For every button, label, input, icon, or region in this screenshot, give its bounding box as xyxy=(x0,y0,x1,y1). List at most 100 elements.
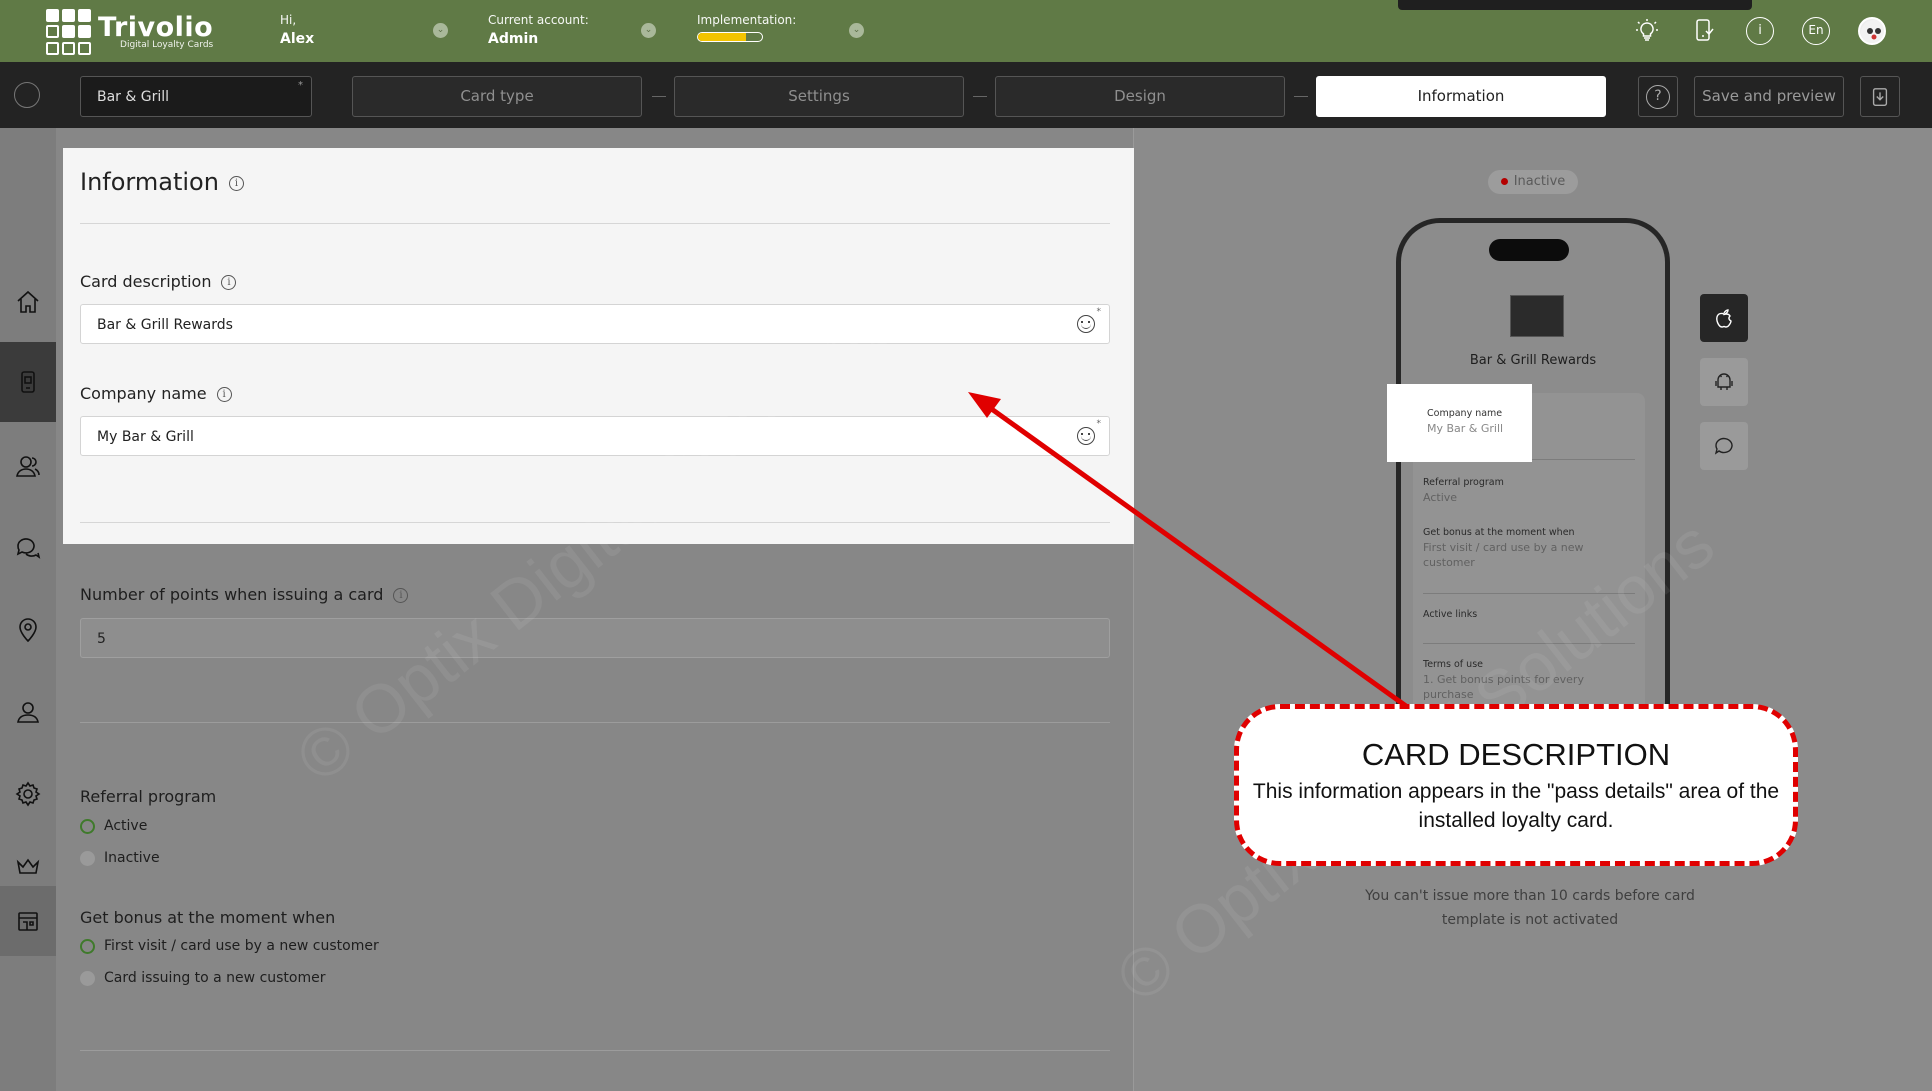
edit-icon[interactable] xyxy=(14,82,40,108)
sidebar-item-cards[interactable] xyxy=(0,342,56,422)
apple-preview-button[interactable] xyxy=(1700,294,1748,342)
emoji-icon[interactable] xyxy=(1077,427,1095,445)
sidebar-item-home[interactable] xyxy=(0,262,56,342)
sidebar-item-messages[interactable] xyxy=(0,508,56,588)
callout-body: This information appears in the "pass de… xyxy=(1252,780,1780,832)
user-greeting: Hi, Alex xyxy=(280,13,314,47)
implementation-progress-fill xyxy=(698,33,746,41)
annotation-callout: CARD DESCRIPTION This information appear… xyxy=(1234,704,1798,866)
points-label: Number of points when issuing a card i xyxy=(80,585,409,604)
information-panel: Information i Card description i Bar & Gri… xyxy=(63,148,1139,544)
store-icon xyxy=(18,912,38,931)
apple-icon xyxy=(1716,309,1732,328)
greeting-label: Hi, xyxy=(280,13,297,27)
user-name: Alex xyxy=(280,31,315,47)
sidebar xyxy=(0,128,56,1091)
bonus-label: Get bonus at the moment when xyxy=(80,908,336,927)
points-field[interactable]: 5 xyxy=(80,618,1110,658)
sidebar-item-store[interactable] xyxy=(0,886,56,956)
company-name-field[interactable]: My Bar & Grill * xyxy=(80,416,1110,456)
help-icon: ? xyxy=(1646,85,1670,109)
crown-icon xyxy=(16,858,40,874)
bonus-option-card-issuing[interactable]: Card issuing to a new customer xyxy=(80,970,326,986)
implementation-progress-bar xyxy=(697,32,763,42)
step-information[interactable]: Information xyxy=(1316,76,1606,117)
info-icon[interactable]: i xyxy=(393,588,409,603)
callout-title: CARD DESCRIPTION xyxy=(1361,737,1671,772)
info-icon[interactable]: i xyxy=(1746,17,1774,45)
preview-company-label: Company name xyxy=(1427,408,1503,419)
lightbulb-icon[interactable] xyxy=(1633,17,1661,45)
preview-active-links-label: Active links xyxy=(1423,609,1478,620)
radio-unselected xyxy=(80,851,95,866)
card-description-field[interactable]: Bar & Grill Rewards * xyxy=(80,304,1110,344)
preview-terms-label: Terms of use xyxy=(1423,659,1483,670)
preview-referral-label: Referral program xyxy=(1423,477,1504,488)
page-title: Information i xyxy=(80,168,244,196)
step-design[interactable]: Design xyxy=(995,76,1285,117)
activation-note: You can't issue more than 10 cards befor… xyxy=(1365,888,1695,928)
emoji-icon[interactable] xyxy=(1077,315,1095,333)
chat-preview-button[interactable] xyxy=(1700,422,1748,470)
phone-notch xyxy=(1489,239,1569,261)
card-icon xyxy=(21,371,35,393)
sidebar-item-settings[interactable] xyxy=(0,754,56,834)
implementation-label: Implementation: xyxy=(697,13,797,27)
referral-option-active[interactable]: Active xyxy=(80,818,147,834)
top-dark-strip xyxy=(1398,0,1752,10)
card-logo xyxy=(1510,295,1564,337)
radio-selected xyxy=(80,819,95,834)
referral-option-inactive[interactable]: Inactive xyxy=(80,850,160,866)
info-icon[interactable]: i xyxy=(228,175,244,191)
sidebar-item-profile[interactable] xyxy=(0,672,56,752)
settings-icon xyxy=(15,781,41,807)
language-icon[interactable]: En xyxy=(1802,17,1830,45)
download-icon xyxy=(1872,88,1888,106)
brand-title: Trivolio xyxy=(98,12,214,43)
implementation-chevron-icon[interactable]: ⌄ xyxy=(849,23,864,38)
download-button[interactable] xyxy=(1860,76,1900,117)
status-badge: Inactive xyxy=(1488,170,1578,194)
card-description-label: Card description i xyxy=(80,272,237,291)
users-icon xyxy=(16,456,40,477)
preview-bonus-value: First visit / card use by a new customer xyxy=(1423,541,1584,569)
step-card-type[interactable]: Card type xyxy=(352,76,642,117)
preview-terms-value: 1. Get bonus points for every purchase xyxy=(1423,673,1584,701)
company-name-highlight: Company name My Bar & Grill xyxy=(1387,384,1532,462)
company-name-label: Company name i xyxy=(80,384,232,403)
home-icon xyxy=(17,290,39,313)
android-preview-button[interactable] xyxy=(1700,358,1748,406)
preview-company-value: My Bar & Grill xyxy=(1427,422,1504,435)
help-button[interactable]: ? xyxy=(1638,76,1678,117)
phone-mockup: Bar & Grill Rewards Referral program Act… xyxy=(1396,218,1670,718)
brand-logo[interactable]: Trivolio Digital Loyalty Cards xyxy=(46,9,213,55)
step-settings[interactable]: Settings xyxy=(674,76,964,117)
radio-unselected xyxy=(80,971,95,986)
location-icon xyxy=(19,618,37,643)
user-menu-chevron-icon[interactable]: ⌄ xyxy=(433,23,448,38)
radio-selected xyxy=(80,939,95,954)
account-selector: Current account: Admin xyxy=(488,13,589,47)
sidebar-item-customers[interactable] xyxy=(0,426,56,506)
info-icon[interactable]: i xyxy=(221,275,237,290)
step-bar: Bar & Grill * Card type Settings Design … xyxy=(0,62,1932,128)
implementation-status: Implementation: xyxy=(697,13,796,42)
card-name-field[interactable]: Bar & Grill * xyxy=(80,76,312,117)
android-icon xyxy=(1715,373,1733,390)
chat-icon xyxy=(16,538,41,559)
save-and-preview-button[interactable]: Save and preview xyxy=(1694,76,1844,117)
bonus-option-first-visit[interactable]: First visit / card use by a new customer xyxy=(80,938,379,954)
account-value: Admin xyxy=(488,31,539,47)
chat-icon xyxy=(1714,437,1733,455)
status-dot xyxy=(1500,178,1508,185)
profile-icon xyxy=(17,702,39,723)
account-chevron-icon[interactable]: ⌄ xyxy=(641,23,656,38)
sidebar-item-locations[interactable] xyxy=(0,590,56,670)
account-label: Current account: xyxy=(488,13,589,27)
avatar[interactable] xyxy=(1858,17,1886,45)
preview-bonus-label: Get bonus at the moment when xyxy=(1423,527,1575,538)
referral-program-label: Referral program xyxy=(80,787,217,806)
info-icon[interactable]: i xyxy=(216,387,232,402)
card-name-value: Bar & Grill xyxy=(97,89,170,105)
phone-icon[interactable] xyxy=(1689,17,1717,45)
